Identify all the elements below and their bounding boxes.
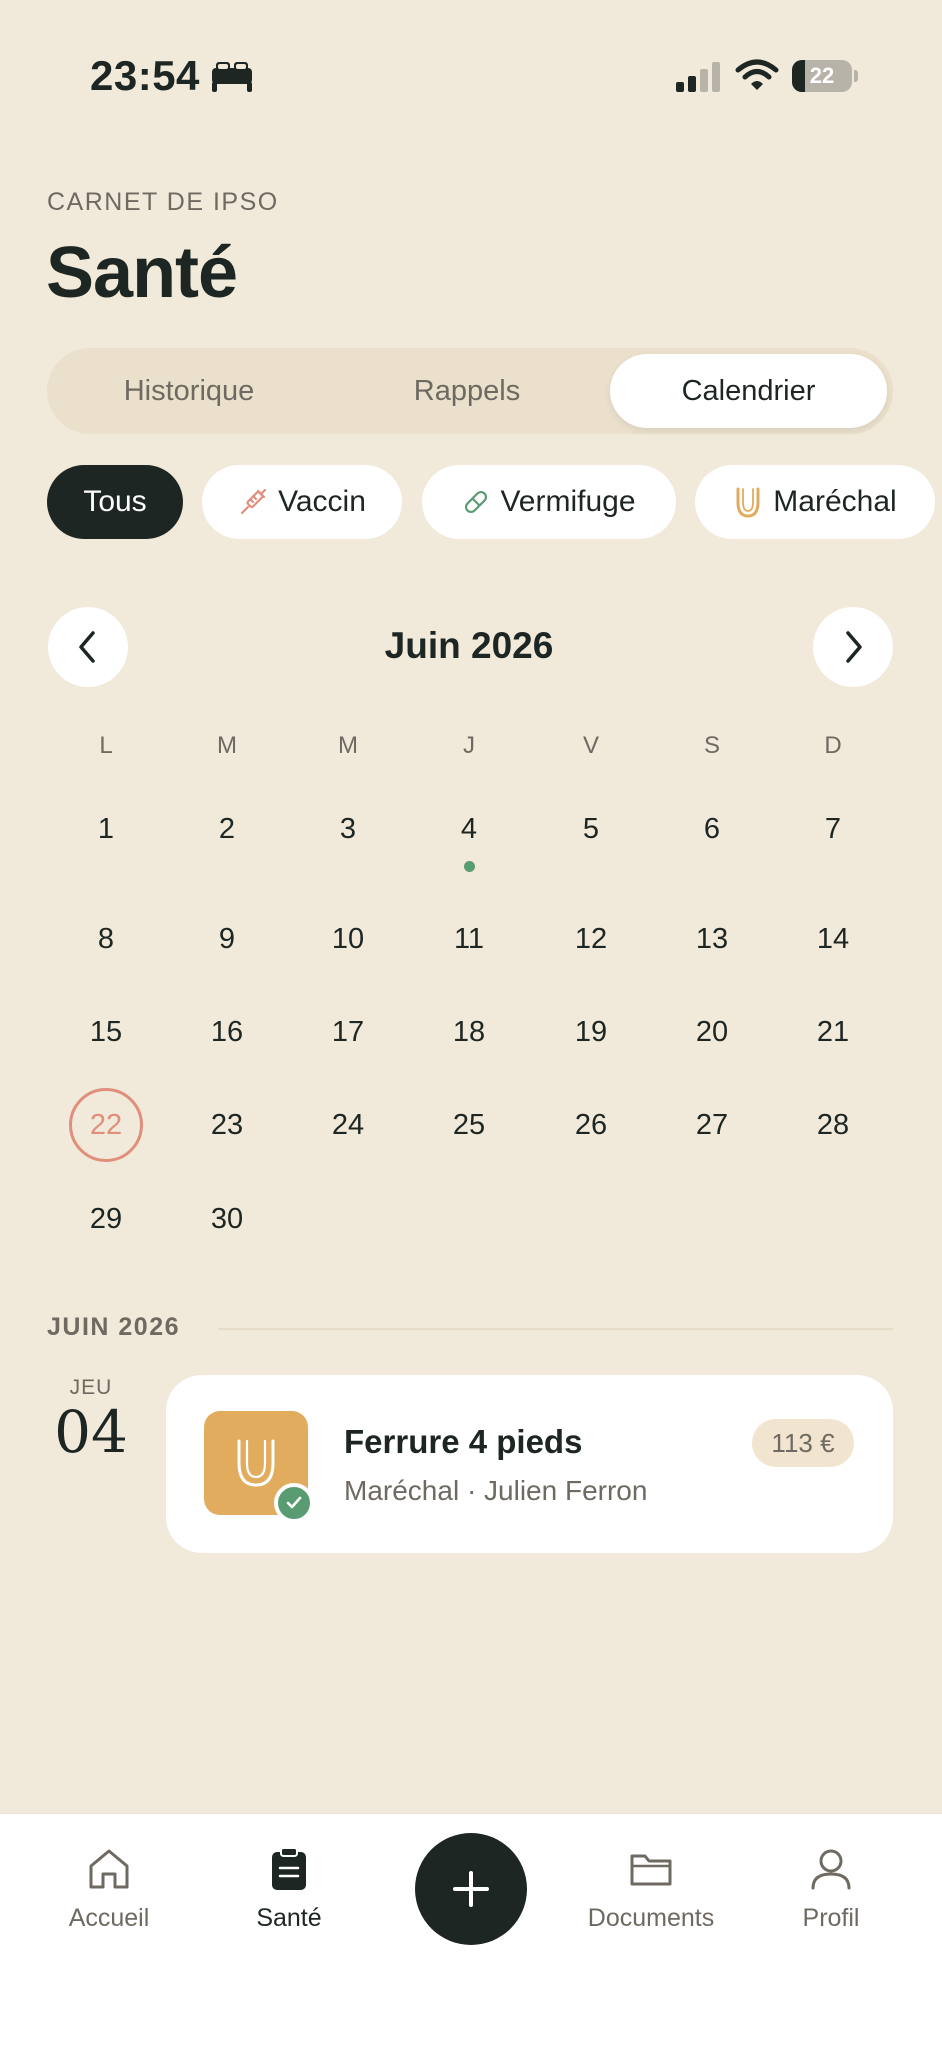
next-month-button[interactable] xyxy=(813,607,893,687)
horse-logbook-label: CARNET DE IPSO xyxy=(47,188,279,216)
status-time: 23:54 xyxy=(90,52,200,99)
calendar-day[interactable]: 15 xyxy=(66,1010,146,1054)
status-bar: 23:54 22 xyxy=(0,0,942,150)
weekday-label: V xyxy=(582,732,599,759)
syringe-icon xyxy=(240,488,267,515)
calendar-day[interactable]: 6 xyxy=(672,807,752,851)
calendar-day[interactable]: 3 xyxy=(308,807,388,851)
home-icon xyxy=(89,1849,129,1889)
weekday-label: D xyxy=(824,732,842,759)
event-day-number: 04 xyxy=(54,1398,128,1466)
calendar-day[interactable]: 9 xyxy=(187,917,267,961)
calendar-day[interactable]: 11 xyxy=(429,917,509,961)
calendar-day[interactable]: 16 xyxy=(187,1010,267,1054)
tab-bar-label: Profil xyxy=(802,1904,860,1932)
calendar-day[interactable]: 19 xyxy=(551,1010,631,1054)
calendar-day[interactable]: 28 xyxy=(793,1103,873,1147)
calendar-day[interactable]: 20 xyxy=(672,1010,752,1054)
filter-chip-tous[interactable]: Tous xyxy=(47,465,183,539)
calendar-day[interactable]: 23 xyxy=(187,1103,267,1147)
pill-icon xyxy=(465,490,488,514)
horseshoe-icon xyxy=(237,1439,275,1487)
tab-bar-accueil[interactable]: Accueil xyxy=(24,1846,194,1933)
tab-bar-profil[interactable]: Profil xyxy=(746,1846,916,1933)
filter-chip-vermifuge[interactable]: Vermifuge xyxy=(422,465,676,539)
calendar-day[interactable]: 1 xyxy=(66,807,146,851)
calendar-day[interactable]: 12 xyxy=(551,917,631,961)
tab-rappels[interactable]: Rappels xyxy=(331,354,603,428)
section-divider xyxy=(218,1328,893,1330)
filter-chip-label: Vermifuge xyxy=(500,485,636,518)
calendar-day[interactable]: 5 xyxy=(551,807,631,851)
weekday-label: L xyxy=(99,732,113,759)
filter-chip-marechal[interactable]: Maréchal xyxy=(695,465,935,539)
event-card[interactable]: Ferrure 4 pieds Maréchal · Julien Ferron… xyxy=(166,1375,893,1553)
cellular-signal-icon xyxy=(676,62,720,92)
filter-chip-label: Maréchal xyxy=(773,485,897,518)
event-subtitle: Maréchal · Julien Ferron xyxy=(344,1475,648,1506)
wifi-icon xyxy=(735,59,779,90)
screen: 23:54 22 CARNET DE IPSO Santé Historique… xyxy=(0,0,942,2048)
view-segmented-control: Historique Rappels Calendrier xyxy=(47,348,893,434)
calendar-day[interactable]: 30 xyxy=(187,1197,267,1241)
check-icon xyxy=(286,1496,302,1509)
event-weekday: JEU xyxy=(69,1376,113,1399)
chevron-left-icon xyxy=(79,631,95,663)
event-price-badge: 113 € xyxy=(752,1419,854,1467)
plus-icon xyxy=(453,1871,489,1907)
agenda-section-label: JUIN 2026 xyxy=(47,1313,181,1341)
tab-calendrier[interactable]: Calendrier xyxy=(610,354,887,428)
horseshoe-icon xyxy=(736,487,760,518)
calendar-day[interactable]: 14 xyxy=(793,917,873,961)
event-indicator-dot xyxy=(464,861,475,872)
calendar-day[interactable]: 8 xyxy=(66,917,146,961)
tab-bar-label: Accueil xyxy=(68,1904,150,1932)
calendar-day[interactable]: 26 xyxy=(551,1103,631,1147)
calendar-day[interactable]: 7 xyxy=(793,807,873,851)
previous-month-button[interactable] xyxy=(48,607,128,687)
calendar-day-today[interactable]: 22 xyxy=(69,1088,143,1162)
folder-icon xyxy=(630,1854,672,1886)
weekday-label: S xyxy=(703,732,720,759)
clipboard-icon xyxy=(272,1847,306,1890)
completed-check-badge xyxy=(274,1483,314,1523)
sleep-mode-icon xyxy=(212,62,252,92)
calendar-day[interactable]: 29 xyxy=(66,1197,146,1241)
calendar-day[interactable]: 25 xyxy=(429,1103,509,1147)
filter-chip-vaccin[interactable]: Vaccin xyxy=(202,465,402,539)
tab-historique[interactable]: Historique xyxy=(53,354,325,428)
calendar-month-title: Juin 2026 xyxy=(384,625,554,666)
event-title: Ferrure 4 pieds xyxy=(344,1423,583,1460)
battery-percent: 22 xyxy=(809,63,835,88)
chevron-right-icon xyxy=(846,631,862,663)
calendar-day[interactable]: 18 xyxy=(429,1010,509,1054)
calendar-day[interactable]: 21 xyxy=(793,1010,873,1054)
add-event-button[interactable] xyxy=(415,1833,527,1945)
user-icon xyxy=(811,1849,851,1890)
tab-bar-label: Documents xyxy=(587,1904,715,1932)
page-title: Santé xyxy=(46,233,238,313)
calendar-day[interactable]: 17 xyxy=(308,1010,388,1054)
calendar-day[interactable]: 27 xyxy=(672,1103,752,1147)
calendar-day[interactable]: 24 xyxy=(308,1103,388,1147)
weekday-label: M xyxy=(217,732,237,759)
filter-chip-label: Tous xyxy=(83,485,147,518)
calendar-day[interactable]: 10 xyxy=(308,917,388,961)
calendar-day[interactable]: 13 xyxy=(672,917,752,961)
calendar-day[interactable]: 4 xyxy=(429,807,509,851)
weekday-label: J xyxy=(463,732,475,759)
battery-indicator: 22 xyxy=(792,60,858,92)
filter-chip-label: Vaccin xyxy=(278,485,366,518)
tab-bar-documents[interactable]: Documents xyxy=(566,1846,736,1933)
weekday-label: M xyxy=(338,732,358,759)
tab-bar-label: Santé xyxy=(256,1904,322,1932)
calendar-day[interactable]: 2 xyxy=(187,807,267,851)
tab-bar-sante[interactable]: Santé xyxy=(204,1846,374,1933)
